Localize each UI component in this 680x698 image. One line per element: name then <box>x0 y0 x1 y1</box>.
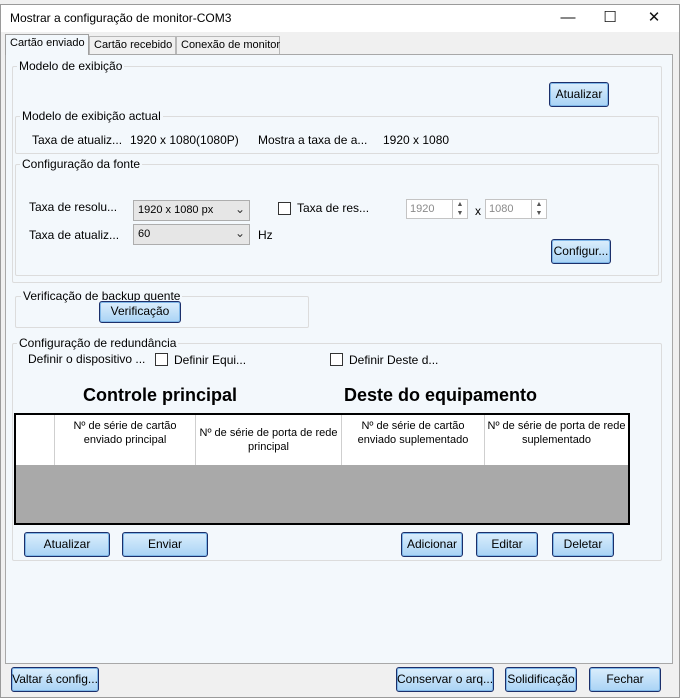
custom-resolution-checkbox[interactable] <box>278 202 291 215</box>
monitor-config-window: Mostrar a configuração de monitor-COM3 —… <box>0 4 680 698</box>
current-mode-title: Modelo de exibição actual <box>20 109 163 123</box>
chevron-down-icon: ⌄ <box>234 226 245 240</box>
footer-bar: Valtar á config... Conservar o arq... So… <box>1 666 679 697</box>
tab-sending-card[interactable]: Cartão enviado <box>5 34 89 55</box>
define-backup-checkbox[interactable] <box>330 353 343 366</box>
custom-resolution-label: Taxa de res... <box>297 201 370 215</box>
refresh-rate-label: Taxa de atualiz... <box>29 228 120 242</box>
source-config-button[interactable]: Configur... <box>551 239 611 264</box>
define-backup-label: Definir Deste d... <box>349 353 439 367</box>
table-header: Nº de série de cartão enviado principal … <box>16 415 628 465</box>
resolution-label: Taxa de resolu... <box>29 200 118 214</box>
stepper-arrows-icon[interactable]: ▲ ▼ <box>452 200 467 218</box>
window-title: Mostrar a configuração de monitor-COM3 <box>10 11 232 25</box>
back-to-config-button[interactable]: Valtar á config... <box>11 667 99 692</box>
height-value: 1080 <box>489 203 514 215</box>
redundancy-refresh-button[interactable]: Atualizar <box>24 532 110 557</box>
title-bar: Mostrar a configuração de monitor-COM3 —… <box>1 5 679 32</box>
maximize-icon[interactable]: ☐ <box>587 5 633 32</box>
stepper-arrows-icon[interactable]: ▲ ▼ <box>531 200 546 218</box>
refresh-rate-value: 60 <box>138 228 151 240</box>
redundancy-send-button[interactable]: Enviar <box>122 532 208 557</box>
width-stepper[interactable]: 1920 ▲ ▼ <box>406 199 468 219</box>
height-stepper[interactable]: 1080 ▲ ▼ <box>485 199 547 219</box>
current-refresh-label: Taxa de atualiz... <box>32 133 123 147</box>
define-main-label: Definir Equi... <box>174 353 247 367</box>
redundancy-table[interactable]: Nº de série de cartão enviado principal … <box>14 413 630 525</box>
redundancy-add-button[interactable]: Adicionar <box>401 532 463 557</box>
resolution-value: 1920 x 1080 px <box>138 204 214 216</box>
display-mode-title: Modelo de exibição <box>17 59 125 73</box>
close-icon[interactable]: ✕ <box>631 5 677 32</box>
resolution-separator: x <box>475 204 481 218</box>
width-value: 1920 <box>410 203 435 215</box>
row-header-column <box>16 415 55 465</box>
resolution-select[interactable]: 1920 x 1080 px ⌄ <box>133 200 250 221</box>
backup-equipment-heading: Deste do equipamento <box>344 385 538 405</box>
tab-receiving-card[interactable]: Cartão recebido <box>89 36 176 54</box>
save-file-button[interactable]: Conservar o arq... <box>396 667 494 692</box>
show-rate-label: Mostra a taxa de a... <box>258 133 368 147</box>
display-mode-refresh-button[interactable]: Atualizar <box>549 82 609 107</box>
current-refresh-value: 1920 x 1080(1080P) <box>130 133 239 147</box>
hz-unit: Hz <box>258 228 273 242</box>
redundancy-delete-button[interactable]: Deletar <box>552 532 614 557</box>
column-header-backup-card[interactable]: Nº de série de cartão enviado suplementa… <box>342 415 485 465</box>
define-main-checkbox[interactable] <box>155 353 168 366</box>
solidify-button[interactable]: Solidificação <box>505 667 577 692</box>
tab-content-panel: Modelo de exibição Atualizar Modelo de e… <box>5 54 673 664</box>
close-button[interactable]: Fechar <box>589 667 661 692</box>
redundancy-edit-button[interactable]: Editar <box>476 532 538 557</box>
column-header-main-port[interactable]: Nº de série de porta de rede principal <box>196 415 342 465</box>
hot-backup-verify-button[interactable]: Verificação <box>99 301 181 323</box>
column-header-main-card[interactable]: Nº de série de cartão enviado principal <box>55 415 196 465</box>
source-config-title: Configuração da fonte <box>20 157 143 171</box>
tab-monitor-connection[interactable]: Conexão de monitor <box>176 36 280 54</box>
chevron-down-icon: ⌄ <box>234 202 245 216</box>
define-device-label: Definir o dispositivo ... <box>28 352 146 366</box>
column-header-backup-port[interactable]: Nº de série de porta de rede suplementad… <box>485 415 628 465</box>
show-rate-value: 1920 x 1080 <box>383 133 450 147</box>
minimize-icon[interactable]: — <box>545 5 591 32</box>
refresh-rate-select[interactable]: 60 ⌄ <box>133 224 250 245</box>
redundancy-title: Configuração de redundância <box>17 336 179 350</box>
main-control-heading: Controle principal <box>83 385 238 405</box>
